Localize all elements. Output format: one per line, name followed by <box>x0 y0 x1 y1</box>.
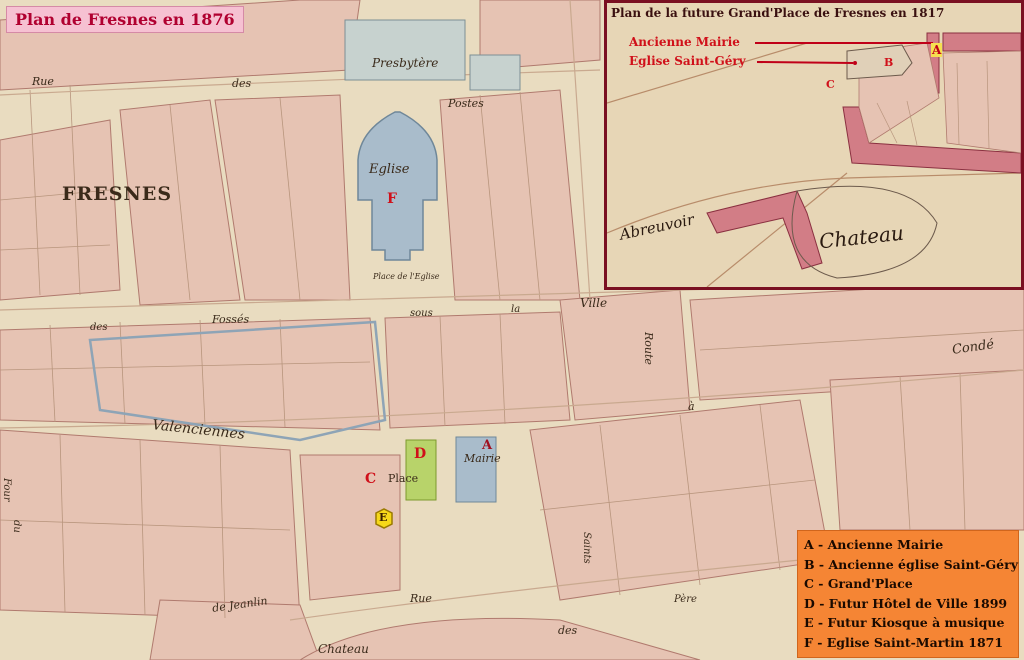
label-a: à <box>688 400 695 413</box>
label-ville: Ville <box>580 296 608 310</box>
label-mairie: Mairie <box>464 452 501 465</box>
map-legend: A - Ancienne Mairie B - Ancienne église … <box>797 530 1019 658</box>
legend-item-d: D - Futur Hôtel de Ville 1899 <box>804 595 1008 611</box>
label-des: des <box>232 77 252 90</box>
label-presbytere: Presbytère <box>372 56 439 70</box>
label-chateau: Chateau <box>318 642 369 656</box>
presbytere-block <box>344 19 466 81</box>
inset-callout-mairie: Ancienne Mairie <box>629 35 740 49</box>
inset-marker-c: C <box>826 78 835 91</box>
label-rue-south: Rue <box>410 592 432 605</box>
marker-f: F <box>387 191 397 207</box>
label-fosses: Fossés <box>212 313 250 326</box>
inset-marker-b: B <box>884 56 894 69</box>
label-la: la <box>511 304 521 315</box>
label-eglise: Eglise <box>369 162 410 177</box>
label-du: du <box>11 520 22 533</box>
label-postes: Postes <box>448 97 484 110</box>
label-place: Place <box>388 472 419 485</box>
label-four: Four <box>1 478 12 502</box>
label-route: Route <box>642 332 655 365</box>
label-sous: sous <box>410 308 433 319</box>
legend-item-e: E - Futur Kiosque à musique <box>804 615 1005 630</box>
marker-c: C <box>365 471 377 487</box>
legend-item-f: F - Eglise Saint-Martin 1871 <box>804 634 1004 650</box>
inset-title: Plan de la future Grand'Place de Fresnes… <box>611 6 945 20</box>
legend-item-b: B - Ancienne église Saint-Géry <box>804 556 1018 572</box>
map-title: Plan de Fresnes en 1876 <box>6 6 244 33</box>
label-rue: Rue <box>32 75 54 88</box>
marker-d: D <box>414 446 427 462</box>
label-place-eglise: Place de l'Eglise <box>373 272 440 281</box>
legend-item-c: C - Grand'Place <box>804 576 913 591</box>
inset-map-1817: Plan de la future Grand'Place de Fresnes… <box>604 0 1024 290</box>
label-fresnes: FRESNES <box>62 183 173 205</box>
presbytere-annex <box>469 54 521 91</box>
label-des-south: des <box>558 624 578 637</box>
marker-e: E <box>379 511 388 524</box>
label-des-fosses: des <box>90 322 108 333</box>
label-saints: Saints <box>581 532 592 564</box>
inset-marker-a: A <box>931 43 943 57</box>
marker-a: A <box>482 438 493 453</box>
label-pere: Père <box>674 594 697 605</box>
inset-callout-eglise: Eglise Saint-Géry <box>629 54 746 68</box>
legend-item-a: A - Ancienne Mairie <box>804 537 944 552</box>
